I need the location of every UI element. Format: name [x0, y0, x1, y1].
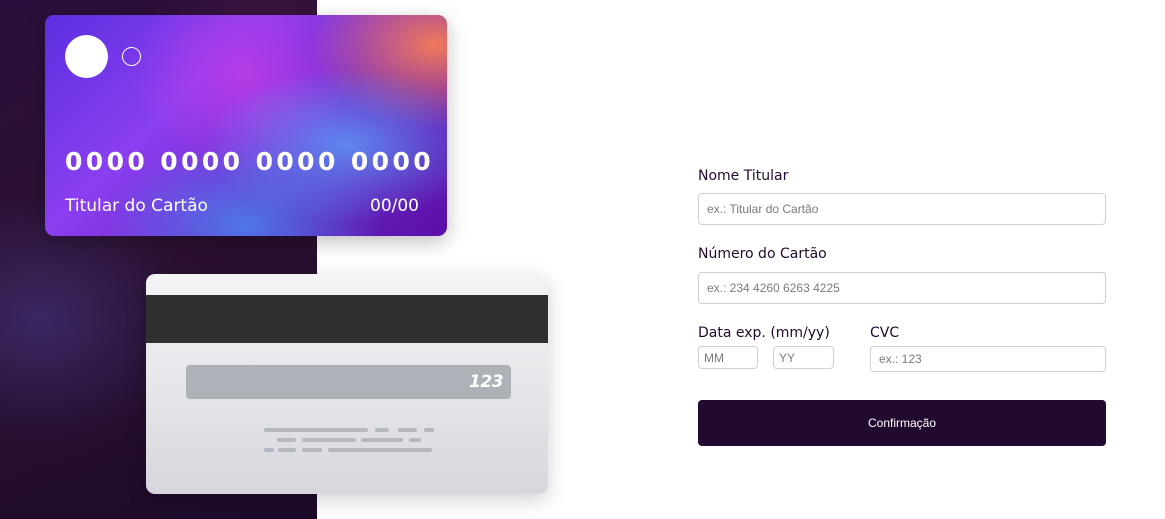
card-front: 0000 0000 0000 0000 Titular do Cartão 00… [45, 15, 447, 236]
expiry-year-input[interactable] [773, 346, 834, 369]
card-holder-display: Titular do Cartão [65, 196, 208, 216]
cvc-input[interactable] [870, 346, 1106, 372]
card-logo-circle-filled [65, 35, 108, 78]
name-label: Nome Titular [698, 168, 789, 184]
card-details-form: Nome Titular Número do Cartão Data exp. … [698, 0, 1106, 519]
card-logo-circle-outline [122, 47, 141, 66]
card-expiry-display: 00/00 [370, 196, 419, 216]
card-number-label: Número do Cartão [698, 246, 827, 262]
expiry-month-input[interactable] [698, 346, 758, 369]
card-holder-input[interactable] [698, 193, 1106, 225]
confirm-button[interactable]: Confirmação [698, 400, 1106, 446]
card-number-input[interactable] [698, 272, 1106, 304]
card-back: 123 [146, 274, 548, 494]
cvc-label: CVC [870, 325, 900, 341]
expiry-label: Data exp. (mm/yy) [698, 325, 830, 341]
card-number-display: 0000 0000 0000 0000 [65, 147, 435, 176]
fine-print-lines [146, 274, 548, 494]
